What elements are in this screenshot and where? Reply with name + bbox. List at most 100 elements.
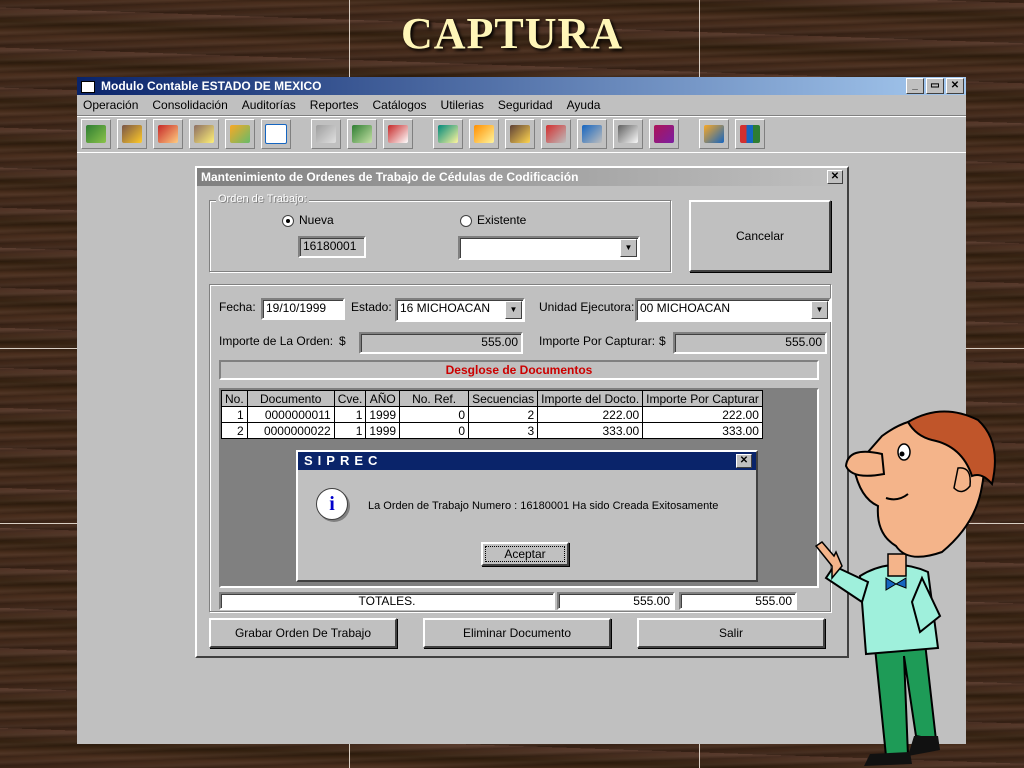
msgbox-titlebar[interactable]: SIPREC ✕ (298, 452, 756, 470)
printer-red-icon[interactable] (541, 119, 571, 149)
menu-catalogos[interactable]: Catálogos (373, 98, 427, 112)
menu-seguridad[interactable]: Seguridad (498, 98, 553, 112)
cell-anio[interactable]: 1999 (365, 406, 401, 423)
chevron-down-icon[interactable]: ▼ (505, 301, 522, 319)
app-titlebar[interactable]: Modulo Contable ESTADO DE MEXICO _ ▭ ✕ (77, 77, 966, 95)
dialog-titlebar[interactable]: Mantenimiento de Ordenes de Trabajo de C… (197, 168, 847, 186)
cell-documento[interactable]: 0000000022 (246, 422, 335, 439)
print-preview-icon[interactable] (311, 119, 341, 149)
menu-auditorias[interactable]: Auditorías (242, 98, 296, 112)
pointing-man-illustration (814, 410, 996, 766)
menu-consolidacion[interactable]: Consolidación (152, 98, 227, 112)
cell-secuencias[interactable]: 2 (468, 406, 539, 423)
radio-new[interactable]: Nueva (282, 213, 334, 227)
fecha-label: Fecha: (219, 300, 256, 314)
col-importe-docto[interactable]: Importe del Docto. (537, 390, 644, 407)
cell-documento[interactable]: 0000000011 (246, 406, 335, 423)
printer-blue-icon[interactable] (577, 119, 607, 149)
polizas-icon[interactable] (189, 119, 219, 149)
radio-new-label: Nueva (299, 213, 334, 227)
catalog-central-icon[interactable] (469, 119, 499, 149)
cell-secuencias[interactable]: 3 (468, 422, 539, 439)
aceptar-button[interactable]: Aceptar (481, 542, 569, 566)
cell-no[interactable]: 2 (221, 422, 248, 439)
map-icon[interactable] (81, 119, 111, 149)
menu-utilerias[interactable]: Utilerias (441, 98, 484, 112)
maximize-button[interactable]: ▭ (926, 78, 944, 94)
calculator-icon[interactable] (613, 119, 643, 149)
unidad-select[interactable]: 00 MICHOACAN ▼ (635, 298, 831, 322)
grabar-orden-button[interactable]: Grabar Orden De Trabajo (209, 618, 397, 648)
cell-no[interactable]: 1 (221, 406, 248, 423)
help-chart-icon[interactable] (735, 119, 765, 149)
radio-existing-indicator (460, 214, 472, 227)
eliminar-documento-button[interactable]: Eliminar Documento (423, 618, 611, 648)
chevron-down-icon[interactable]: ▼ (620, 239, 637, 257)
estado-select[interactable]: 16 MICHOACAN ▼ (395, 298, 525, 322)
fecha-field[interactable]: 19/10/1999 (261, 298, 345, 320)
col-secuencias[interactable]: Secuencias (468, 390, 539, 407)
menu-bar: Operación Consolidación Auditorías Repor… (77, 95, 966, 115)
order-number-field[interactable]: 16180001 (298, 236, 366, 258)
col-anio[interactable]: AÑO (365, 390, 401, 407)
col-importe-por-capturar[interactable]: Importe Por Capturar (642, 390, 763, 407)
toolbar (77, 115, 966, 153)
currency-symbol: $ (659, 334, 666, 348)
app-title: Modulo Contable ESTADO DE MEXICO (101, 79, 322, 93)
cell-cve[interactable]: 1 (333, 422, 367, 439)
table-row[interactable]: 1 0000000011 1 1999 0 2 222.00 222.00 (221, 406, 763, 423)
search-report-icon[interactable] (347, 119, 377, 149)
radio-existing[interactable]: Existente (460, 213, 526, 227)
clock-report-icon[interactable] (383, 119, 413, 149)
total-docto-field: 555.00 (557, 592, 675, 610)
msgbox-title: SIPREC (304, 453, 383, 468)
siprec-message-box: SIPREC ✕ i La Orden de Trabajo Numero : … (296, 450, 758, 582)
table-row[interactable]: 2 0000000022 1 1999 0 3 333.00 333.00 (221, 422, 763, 439)
cell-no-ref[interactable]: 0 (399, 406, 470, 423)
dispatch-icon[interactable] (117, 119, 147, 149)
menu-operacion[interactable]: Operación (83, 98, 138, 112)
calendar-icon[interactable] (261, 119, 291, 149)
importe-por-capturar-label: Importe Por Capturar: (539, 334, 656, 348)
dialog-close-button[interactable]: ✕ (827, 170, 843, 184)
menu-ayuda[interactable]: Ayuda (567, 98, 601, 112)
importe-por-capturar-field: 555.00 (673, 332, 827, 354)
app-icon (81, 80, 95, 93)
estado-value: 16 MICHOACAN (400, 301, 491, 315)
col-no[interactable]: No. (221, 390, 248, 407)
currency-symbol: $ (339, 334, 346, 348)
cell-importe-docto[interactable]: 333.00 (537, 422, 644, 439)
tools-icon[interactable] (699, 119, 729, 149)
order-group: Orden de Trabajo: Nueva Existente 161800… (209, 193, 671, 272)
slide-title: CAPTURA (400, 9, 624, 58)
info-icon: i (316, 488, 348, 520)
col-no-ref[interactable]: No. Ref. (399, 390, 470, 407)
salir-button[interactable]: Salir (637, 618, 825, 648)
menu-reportes[interactable]: Reportes (310, 98, 359, 112)
msgbox-message: La Orden de Trabajo Numero : 16180001 Ha… (368, 500, 719, 512)
existing-order-select[interactable]: ▼ (458, 236, 640, 260)
cell-importe-docto[interactable]: 222.00 (537, 406, 644, 423)
work-order-dialog: Mantenimiento de Ordenes de Trabajo de C… (195, 166, 849, 658)
col-documento[interactable]: Documento (246, 390, 335, 407)
col-cve[interactable]: Cve. (333, 390, 367, 407)
cell-importe-por-capturar[interactable]: 222.00 (642, 406, 763, 423)
cancel-button[interactable]: Cancelar (689, 200, 831, 272)
balance-icon[interactable] (505, 119, 535, 149)
unidad-label: Unidad Ejecutora: (539, 300, 635, 314)
order-group-label: Orden de Trabajo: (216, 193, 309, 205)
cell-anio[interactable]: 1999 (365, 422, 401, 439)
polizas-green-icon[interactable] (225, 119, 255, 149)
cell-importe-por-capturar[interactable]: 333.00 (642, 422, 763, 439)
cell-no-ref[interactable]: 0 (399, 422, 470, 439)
minimize-button[interactable]: _ (906, 78, 924, 94)
table-header-row: No. Documento Cve. AÑO No. Ref. Secuenci… (221, 390, 763, 407)
books-icon[interactable] (649, 119, 679, 149)
chevron-down-icon[interactable]: ▼ (811, 301, 828, 319)
msgbox-close-button[interactable]: ✕ (736, 454, 752, 468)
cedulas-icon[interactable] (153, 119, 183, 149)
cell-cve[interactable]: 1 (333, 406, 367, 423)
close-button[interactable]: ✕ (946, 78, 964, 94)
importe-orden-label: Importe de La Orden: (219, 334, 334, 348)
catalog-icon[interactable] (433, 119, 463, 149)
